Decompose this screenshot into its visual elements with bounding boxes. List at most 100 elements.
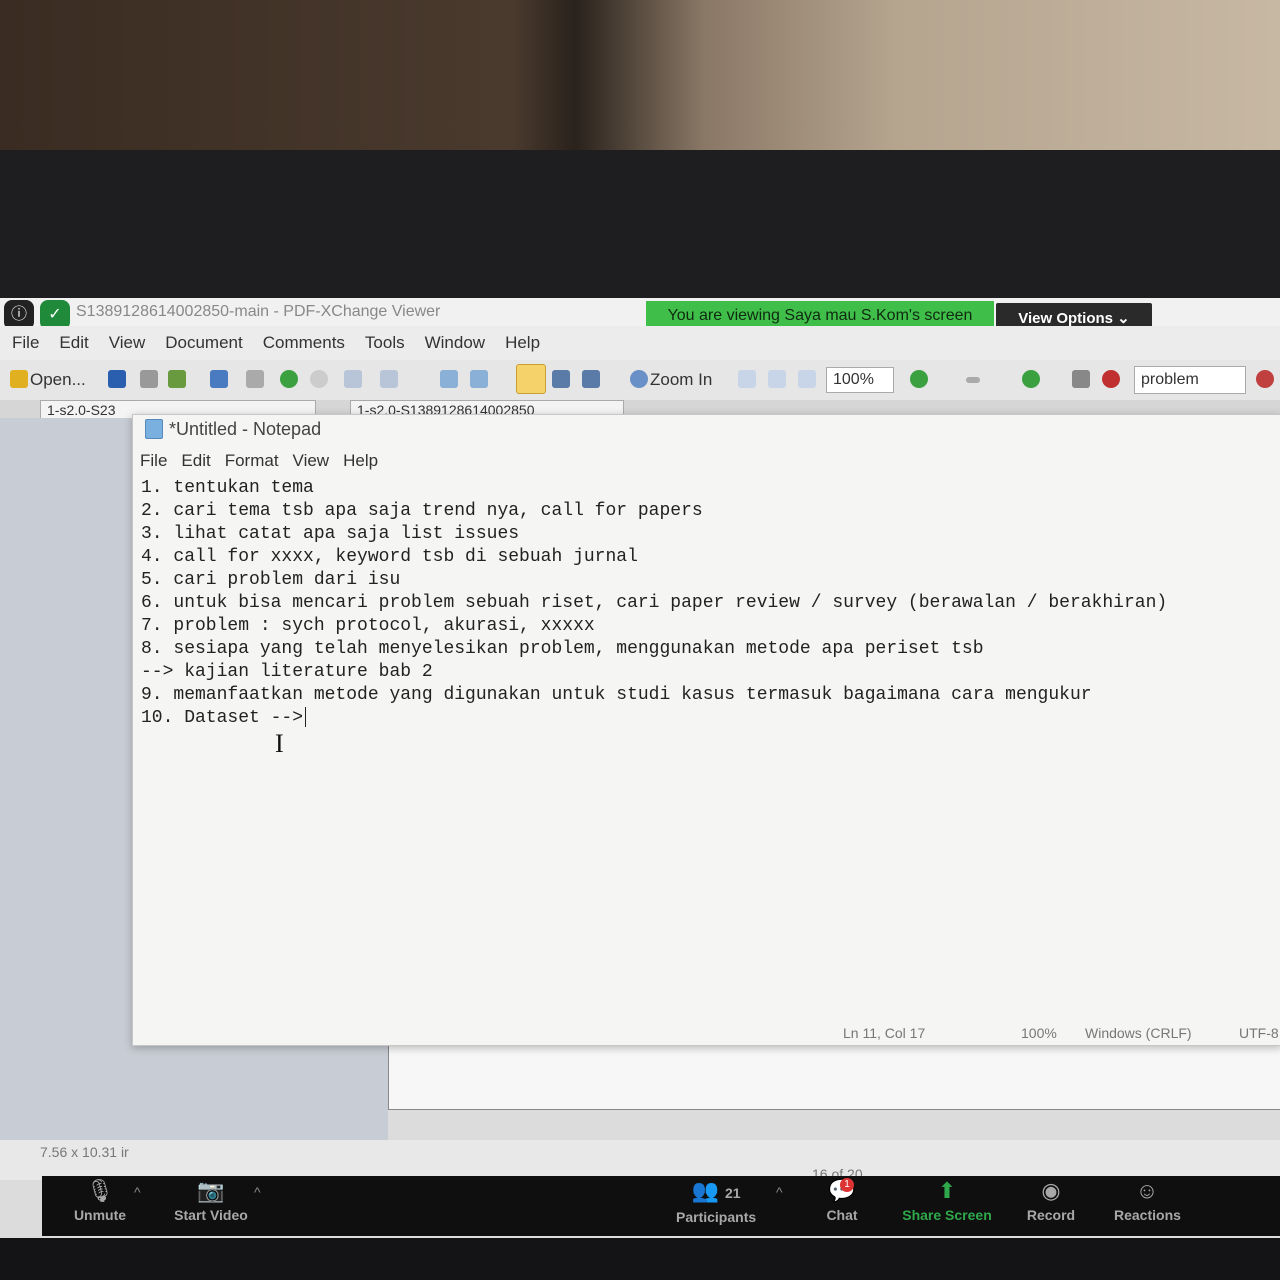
chat-button[interactable]: 💬 1 Chat	[820, 1176, 864, 1236]
participants-button[interactable]: 👥 21 Participants	[676, 1176, 756, 1236]
notepad-menu-help[interactable]: Help	[336, 447, 385, 475]
pdf-menu-view[interactable]: View	[99, 326, 156, 360]
reactions-button[interactable]: ☺ Reactions	[1114, 1176, 1181, 1236]
text-line: --> kajian literature bab 2	[141, 662, 433, 682]
line-endings: Windows (CRLF)	[1085, 1025, 1192, 1041]
notepad-menu-format[interactable]: Format	[218, 447, 286, 475]
rotate-left-icon[interactable]	[440, 370, 458, 388]
pdf-menubar: File Edit View Document Comments Tools W…	[0, 326, 1280, 360]
notepad-titlebar: *Untitled - Notepad	[133, 415, 1280, 443]
laptop-bottom-bezel	[0, 1238, 1280, 1280]
unmute-label: Unmute	[73, 1207, 127, 1223]
fit-page-icon[interactable]	[768, 370, 786, 388]
notepad-menu-edit[interactable]: Edit	[174, 447, 217, 475]
record-label: Record	[1026, 1207, 1076, 1223]
video-off-icon: 📷	[197, 1178, 225, 1203]
ocr-icon[interactable]	[246, 370, 264, 388]
zoom-level-field[interactable]: 100%	[826, 367, 894, 393]
share-screen-icon: ⬆	[937, 1178, 957, 1203]
pdf-page-view[interactable]	[388, 1038, 1280, 1110]
record-icon: ◉	[1041, 1178, 1061, 1203]
participants-icon-row: 👥 21	[676, 1176, 756, 1208]
pdf-menu-document[interactable]: Document	[155, 326, 252, 360]
pdf-menu-comments[interactable]: Comments	[253, 326, 355, 360]
audio-options-caret-icon[interactable]: ^	[134, 1184, 141, 1200]
binoculars-icon[interactable]	[1072, 370, 1090, 388]
share-screen-button[interactable]: ⬆ Share Screen	[902, 1176, 992, 1236]
muted-microphone-icon: 🎙	[86, 1178, 114, 1203]
text-line: 9. memanfaatkan metode yang digunakan un…	[141, 685, 1092, 705]
search-input[interactable]: problem	[1134, 366, 1246, 394]
hand-tool-icon[interactable]	[516, 364, 546, 394]
participants-label: Participants	[676, 1209, 757, 1225]
zoom-slider[interactable]	[966, 377, 980, 383]
redo-icon[interactable]	[380, 370, 398, 388]
open-folder-icon	[10, 370, 28, 388]
unmute-button[interactable]: 🎙 Unmute	[68, 1176, 132, 1236]
text-line: 2. cari tema tsb apa saja trend nya, cal…	[141, 501, 703, 521]
save-icon[interactable]	[108, 370, 126, 388]
text-caret	[305, 707, 307, 728]
notepad-statusbar: Ln 11, Col 17 100% Windows (CRLF) UTF-8	[133, 1023, 1280, 1045]
chevron-down-icon: ⌄	[1117, 310, 1130, 327]
pdf-window-title: S1389128614002850-main - PDF-XChange Vie…	[76, 303, 441, 320]
email-icon[interactable]	[168, 370, 186, 388]
zoom-percent: 100%	[1021, 1025, 1057, 1041]
zoom-plus-icon[interactable]	[1022, 370, 1040, 388]
zoom-in-button[interactable]: Zoom In	[650, 368, 712, 392]
notepad-app-icon	[145, 419, 163, 439]
highlight-icon[interactable]	[1102, 370, 1120, 388]
pdf-toolbar: Open... Zoom In 100% problem	[0, 360, 1280, 401]
text-line: 1. tentukan tema	[141, 478, 314, 498]
notepad-menu-file[interactable]: File	[133, 447, 174, 475]
notepad-menubar: File Edit Format View Help	[133, 447, 385, 475]
magnifier-icon	[630, 370, 648, 388]
view-options-label: View Options	[1018, 310, 1113, 327]
participants-caret-icon[interactable]: ^	[776, 1184, 783, 1200]
text-line: 5. cari problem dari isu	[141, 570, 401, 590]
snapshot-icon[interactable]	[552, 370, 570, 388]
meeting-controls-bar: 🎙 Unmute ^ 📷 Start Video ^ 👥 21 Particip…	[42, 1176, 1280, 1236]
pdf-menu-window[interactable]: Window	[415, 326, 495, 360]
record-button[interactable]: ◉ Record	[1026, 1176, 1076, 1236]
notepad-title: *Untitled - Notepad	[169, 419, 322, 439]
undo-icon[interactable]	[344, 370, 362, 388]
rotate-right-icon[interactable]	[470, 370, 488, 388]
pdf-menu-file[interactable]: File	[0, 326, 49, 360]
text-line: 8. sesiapa yang telah menyelesikan probl…	[141, 639, 984, 659]
open-button[interactable]: Open...	[30, 368, 86, 392]
chat-label: Chat	[826, 1207, 858, 1223]
share-screen-label: Share Screen	[902, 1207, 992, 1223]
print-icon[interactable]	[140, 370, 158, 388]
start-video-label: Start Video	[174, 1207, 248, 1223]
text-line: 7. problem : sych protocol, akurasi, xxx…	[141, 616, 595, 636]
search-go-icon[interactable]	[1256, 370, 1274, 388]
text-line: 6. untuk bisa mencari problem sebuah ris…	[141, 593, 1168, 613]
fit-width-icon[interactable]	[798, 370, 816, 388]
reactions-label: Reactions	[1114, 1207, 1181, 1223]
zoom-out-icon[interactable]	[910, 370, 928, 388]
pdf-menu-help[interactable]: Help	[495, 326, 550, 360]
back-arrow-icon[interactable]	[280, 370, 298, 388]
text-select-icon[interactable]	[582, 370, 600, 388]
video-options-caret-icon[interactable]: ^	[254, 1184, 261, 1200]
notepad-text-area[interactable]: 1. tentukan tema 2. cari tema tsb apa sa…	[141, 477, 1261, 730]
pdf-menu-tools[interactable]: Tools	[355, 326, 415, 360]
notepad-menu-view[interactable]: View	[286, 447, 337, 475]
actual-size-icon[interactable]	[738, 370, 756, 388]
start-video-button[interactable]: 📷 Start Video	[174, 1176, 248, 1236]
background-wall	[0, 0, 1280, 165]
scan-icon[interactable]	[210, 370, 228, 388]
text-line: 4. call for xxxx, keyword tsb di sebuah …	[141, 547, 638, 567]
chat-unread-badge: 1	[840, 1178, 854, 1192]
pdf-statusbar: 7.56 x 10.31 ir 16 of 20	[0, 1140, 1280, 1182]
text-line-last: 10. Dataset -->	[141, 707, 1261, 730]
pdf-menu-edit[interactable]: Edit	[49, 326, 98, 360]
text-line: 10. Dataset -->	[141, 708, 304, 728]
notepad-window: *Untitled - Notepad File Edit Format Vie…	[132, 414, 1280, 1046]
participants-icon: 👥	[691, 1178, 719, 1203]
reactions-smiley-icon: ☺	[1135, 1178, 1159, 1203]
participants-count: 21	[724, 1185, 741, 1201]
text-line: 3. lihat catat apa saja list issues	[141, 524, 520, 544]
forward-arrow-icon[interactable]	[310, 370, 328, 388]
